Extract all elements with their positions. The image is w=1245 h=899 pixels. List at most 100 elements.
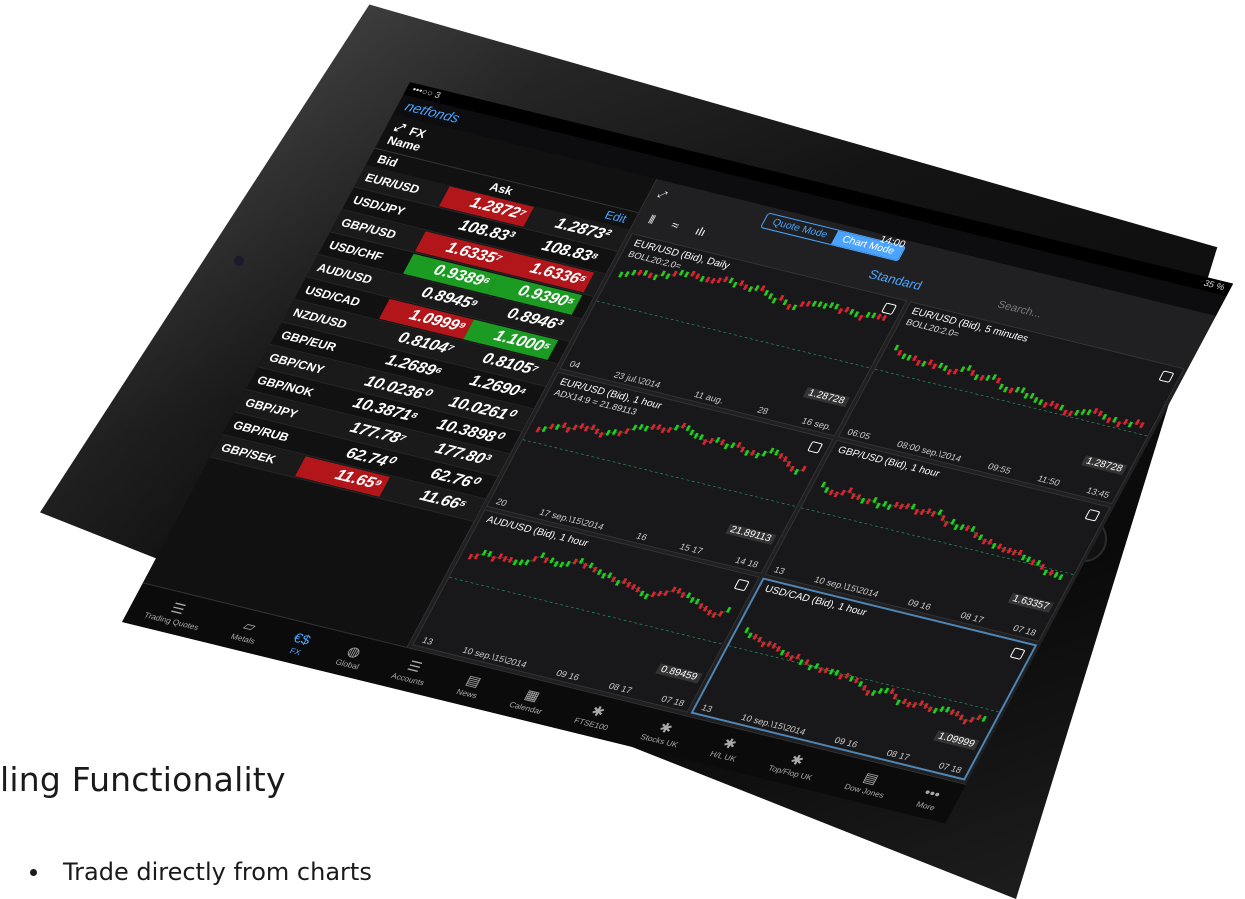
candle	[1041, 401, 1048, 408]
candle	[823, 486, 830, 493]
globe-icon: ◍	[344, 642, 365, 661]
candle	[751, 634, 758, 640]
candle	[754, 452, 761, 459]
tab-h-l-uk[interactable]: ✱ H/L UK	[708, 733, 746, 764]
candle	[801, 465, 807, 472]
tab-top-flop-uk[interactable]: ✱ Top/Flop UK	[766, 747, 822, 782]
tab-news[interactable]: ▤ News	[455, 671, 488, 700]
tick-label: 16	[634, 531, 649, 543]
candle	[793, 468, 800, 475]
candle	[617, 430, 623, 437]
tab-label: Stocks UK	[638, 732, 680, 750]
tab-ftse100[interactable]: ✱ FTSE100	[572, 700, 618, 733]
candle	[769, 447, 775, 454]
tab-label: Metals	[229, 632, 257, 646]
candle	[937, 508, 943, 515]
candle	[481, 550, 488, 557]
candle	[891, 693, 898, 700]
grid-line	[596, 300, 870, 369]
candle	[694, 273, 701, 280]
candle	[893, 344, 899, 351]
candle	[711, 612, 717, 619]
candle	[643, 425, 650, 432]
grid-line	[449, 577, 723, 645]
candle	[848, 676, 854, 682]
candle	[693, 432, 700, 439]
candle	[931, 707, 938, 714]
candle	[1127, 421, 1133, 428]
uk-flag-icon: ✱	[720, 734, 740, 753]
tab-label: Dow Jones	[842, 782, 886, 800]
tab-dow-jones[interactable]: ▤ Dow Jones	[843, 766, 895, 800]
currency-icon: €$	[290, 629, 314, 648]
candle	[844, 306, 850, 313]
candle	[975, 714, 982, 721]
candle	[770, 642, 777, 649]
candle	[874, 502, 881, 509]
candle	[828, 668, 834, 675]
candle	[665, 273, 671, 280]
candle	[630, 584, 637, 591]
candle	[968, 716, 974, 723]
candle	[930, 510, 936, 517]
candle	[497, 553, 504, 560]
news-icon: ▤	[463, 671, 485, 690]
candle	[725, 607, 732, 614]
candle	[820, 481, 826, 488]
tab-accounts[interactable]: ☰ Accounts	[389, 655, 435, 688]
candle	[1057, 573, 1064, 580]
tab-more[interactable]: ••• More	[915, 784, 946, 812]
uk-flag-icon: ✱	[588, 702, 608, 720]
candle	[828, 488, 834, 495]
bullet-dot-icon	[30, 868, 37, 876]
calendar-icon: ▦	[522, 686, 543, 704]
tab-fx[interactable]: €$ FX	[285, 629, 314, 658]
search-input[interactable]: Search...	[995, 299, 1044, 320]
tab-label: FTSE100	[572, 716, 610, 733]
candle	[670, 586, 677, 593]
tab-global[interactable]: ◍ Global	[333, 641, 370, 672]
candle	[1053, 402, 1059, 409]
grid-line	[800, 507, 1074, 575]
tab-metals[interactable]: ▱ Metals	[229, 616, 265, 646]
candle	[1037, 398, 1043, 405]
candle	[876, 313, 882, 320]
grid-line	[522, 439, 797, 507]
candle	[949, 518, 956, 525]
layout-label[interactable]: Standard	[866, 266, 925, 292]
tab-trading-quotes[interactable]: ☰ Trading Quotes	[142, 595, 209, 632]
more-icon: •••	[921, 784, 944, 803]
tab-label: Global	[333, 657, 361, 672]
candle	[980, 716, 987, 723]
tab-label: Calendar	[507, 700, 544, 717]
tab-label: FX	[288, 646, 303, 657]
grid-line	[874, 368, 1148, 437]
tab-label: H/L UK	[708, 749, 738, 764]
candle	[1025, 555, 1031, 562]
tab-label: Accounts	[389, 671, 427, 688]
list-icon: ☰	[404, 657, 425, 675]
candle	[746, 632, 753, 639]
us-flag-icon: ▤	[860, 769, 882, 787]
tab-calendar[interactable]: ▦ Calendar	[508, 684, 553, 716]
compare-icon[interactable]: ≈	[669, 218, 682, 232]
volume-icon[interactable]: ılı	[693, 224, 709, 239]
candle	[833, 490, 839, 497]
expand-icon[interactable]: ⤢	[656, 189, 669, 201]
tick-label: 28	[755, 404, 771, 416]
candle	[681, 422, 687, 429]
list-icon: ☰	[168, 599, 189, 618]
uk-flag-icon: ✱	[787, 751, 807, 769]
candle	[871, 496, 878, 503]
bar-icon: ▱	[240, 617, 260, 635]
candle	[572, 424, 579, 431]
candle	[1052, 571, 1059, 578]
candle	[881, 500, 888, 507]
uk-flag-icon: ✱	[656, 719, 676, 737]
candle	[995, 377, 1001, 384]
candle	[761, 450, 768, 457]
candle	[674, 424, 680, 431]
candle-icon[interactable]: ⫴	[646, 212, 658, 227]
tab-stocks-uk[interactable]: ✱ Stocks UK	[639, 716, 689, 749]
candle	[647, 272, 653, 279]
